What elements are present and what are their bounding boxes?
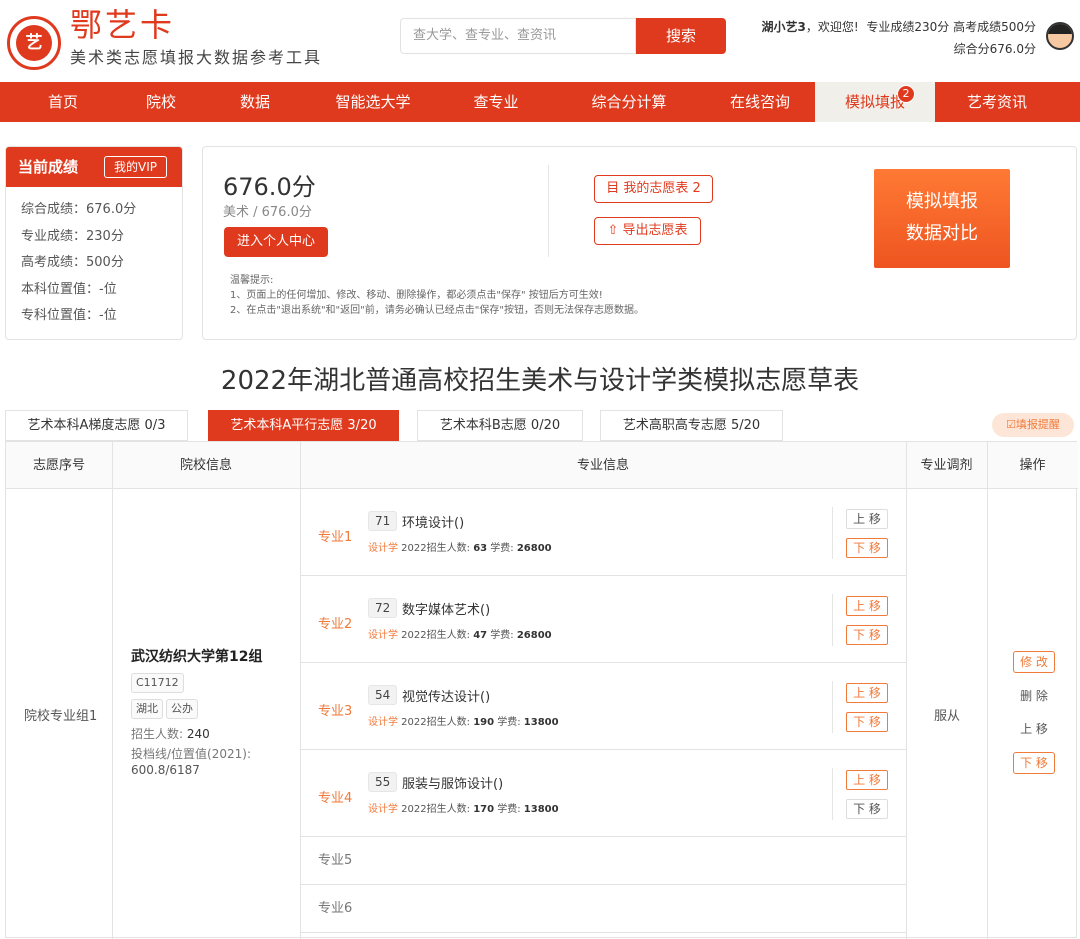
move-down-button[interactable]: 下 移 bbox=[846, 712, 888, 732]
summary-panel: 676.0分 美术 / 676.0分 进入个人中心 目 我的志愿表 2 ⇧ 导出… bbox=[202, 146, 1077, 340]
col-header-order: 志愿序号 bbox=[6, 442, 112, 489]
empty-major-slot[interactable]: 专业5 bbox=[300, 837, 906, 885]
move-up-button[interactable]: 上 移 bbox=[846, 770, 888, 790]
tab-bar: 艺术本科A梯度志愿 0/3 艺术本科A平行志愿 3/20 艺术本科B志愿 0/2… bbox=[5, 410, 1077, 441]
page-title: 2022年湖北普通高校招生美术与设计学类模拟志愿草表 bbox=[220, 366, 860, 396]
volunteer-table: 志愿序号 院校信息 专业信息 专业调剂 操作 院校专业组1 武汉纺织大学第12组… bbox=[5, 441, 1078, 939]
school-type: 公办 bbox=[166, 699, 198, 719]
bachelor-rank: 本科位置值：-位 bbox=[21, 281, 117, 297]
tab-b[interactable]: 艺术本科B志愿 0/20 bbox=[417, 410, 583, 441]
major-score: 专业成绩230分 bbox=[866, 20, 950, 34]
logo-icon[interactable]: 艺 bbox=[7, 16, 61, 70]
school-enroll: 240 bbox=[186, 727, 210, 741]
col-header-school: 院校信息 bbox=[112, 442, 300, 489]
tab-a-gradient[interactable]: 艺术本科A梯度志愿 0/3 bbox=[5, 410, 188, 441]
nav-home[interactable]: 首页 bbox=[7, 82, 119, 122]
composite-score: 综合成绩：676.0分 bbox=[21, 202, 137, 217]
score-category: 美术 / 676.0分 bbox=[223, 205, 312, 220]
tips: 温馨提示: 1、页面上的任何增加、修改、移动、删除操作，都必须点击"保存" 按钮… bbox=[230, 275, 644, 316]
nav-score-calc[interactable]: 综合分计算 bbox=[553, 82, 705, 122]
nav-consult[interactable]: 在线咨询 bbox=[705, 82, 815, 122]
major-row: 专业1 71 环境设计() 设计学 2022招生人数: 63 学费: 26800… bbox=[300, 489, 906, 576]
group-move-down-button[interactable]: 下 移 bbox=[1013, 752, 1055, 774]
greeting: ，欢迎您! bbox=[805, 20, 859, 34]
edit-button[interactable]: 修 改 bbox=[1013, 651, 1055, 673]
nav-data[interactable]: 数据 bbox=[203, 82, 307, 122]
delete-button[interactable]: 删 除 bbox=[1013, 685, 1055, 707]
nav-schools[interactable]: 院校 bbox=[119, 82, 203, 122]
user-info: 湖小艺3，欢迎您! 专业成绩230分 高考成绩500分 综合分676.0分 bbox=[762, 16, 1036, 60]
major-row: 专业4 55 服装与服饰设计() 设计学 2022招生人数: 170 学费: 1… bbox=[300, 750, 906, 837]
my-list-button[interactable]: 目 我的志愿表 2 bbox=[594, 175, 713, 203]
tab-vocational[interactable]: 艺术高职高专志愿 5/20 bbox=[600, 410, 783, 441]
group-label: 院校专业组1 bbox=[24, 709, 98, 724]
brand-subtitle: 美术类志愿填报大数据参考工具 bbox=[70, 48, 323, 67]
vip-button[interactable]: 我的VIP bbox=[104, 156, 167, 178]
score-panel-header: 当前成绩 我的VIP bbox=[6, 147, 182, 187]
tab-a-parallel[interactable]: 艺术本科A平行志愿 3/20 bbox=[208, 410, 399, 441]
exam-score: 高考成绩500分 bbox=[953, 20, 1036, 34]
divider bbox=[548, 165, 549, 257]
total-score: 综合分676.0分 bbox=[953, 42, 1036, 56]
col-header-adjust: 专业调剂 bbox=[906, 442, 987, 489]
col-header-major: 专业信息 bbox=[300, 442, 906, 489]
export-button[interactable]: ⇧ 导出志愿表 bbox=[594, 217, 701, 245]
compare-button[interactable]: 模拟填报 数据对比 bbox=[874, 169, 1010, 268]
score-value: 676.0分 bbox=[223, 173, 316, 201]
move-up-button[interactable]: 上 移 bbox=[846, 596, 888, 616]
major-row: 专业3 54 视觉传达设计() 设计学 2022招生人数: 190 学费: 13… bbox=[300, 663, 906, 750]
brand-title[interactable]: 鄂艺卡 bbox=[70, 6, 175, 44]
main-nav: 首页 院校 数据 智能选大学 查专业 综合分计算 在线咨询 模拟填报 2 艺考资讯 bbox=[0, 82, 1080, 122]
major-row: 专业2 72 数字媒体艺术() 设计学 2022招生人数: 47 学费: 268… bbox=[300, 576, 906, 663]
school-code: C11712 bbox=[131, 673, 184, 693]
move-down-button[interactable]: 下 移 bbox=[846, 538, 888, 558]
empty-major-slot[interactable]: 专业6 bbox=[300, 885, 906, 933]
score-panel: 当前成绩 我的VIP 综合成绩：676.0分 专业成绩：230分 高考成绩：50… bbox=[5, 146, 183, 340]
notification-badge: 2 bbox=[897, 85, 915, 103]
school-line-value: 600.8/6187 bbox=[131, 763, 200, 777]
move-down-button[interactable]: 下 移 bbox=[846, 625, 888, 645]
personal-center-button[interactable]: 进入个人中心 bbox=[224, 227, 328, 257]
school-info: 武汉纺织大学第12组 C11712 湖北 公办 招生人数: 240 投档线/位置值… bbox=[131, 647, 291, 778]
move-up-button[interactable]: 上 移 bbox=[846, 509, 888, 529]
nav-smart-select[interactable]: 智能选大学 bbox=[307, 82, 439, 122]
adjust-value: 服从 bbox=[934, 709, 961, 724]
exam-score-row: 高考成绩：500分 bbox=[21, 255, 124, 270]
move-down-button[interactable]: 下 移 bbox=[846, 799, 888, 819]
group-move-up-button[interactable]: 上 移 bbox=[1013, 718, 1055, 740]
header: 艺 鄂艺卡 美术类志愿填报大数据参考工具 查大学、查专业、查资讯 搜索 湖小艺3… bbox=[0, 0, 1080, 82]
col-header-ops: 操作 bbox=[987, 442, 1078, 489]
remind-button[interactable]: ☑填报提醒 bbox=[992, 413, 1074, 437]
search-input[interactable]: 查大学、查专业、查资讯 bbox=[400, 18, 636, 54]
college-rank: 专科位置值：-位 bbox=[21, 308, 117, 323]
school-name[interactable]: 武汉纺织大学第12组 bbox=[131, 647, 291, 667]
avatar[interactable] bbox=[1046, 22, 1074, 50]
nav-simulate[interactable]: 模拟填报 2 bbox=[815, 82, 935, 122]
nav-majors[interactable]: 查专业 bbox=[439, 82, 553, 122]
nav-news[interactable]: 艺考资讯 bbox=[935, 82, 1059, 122]
move-up-button[interactable]: 上 移 bbox=[846, 683, 888, 703]
major-score-row: 专业成绩：230分 bbox=[21, 228, 124, 244]
school-line-label: 投档线/位置值(2021): bbox=[131, 747, 251, 761]
school-region: 湖北 bbox=[131, 699, 163, 719]
user-name[interactable]: 湖小艺3 bbox=[762, 20, 806, 34]
search-button[interactable]: 搜索 bbox=[636, 18, 726, 54]
